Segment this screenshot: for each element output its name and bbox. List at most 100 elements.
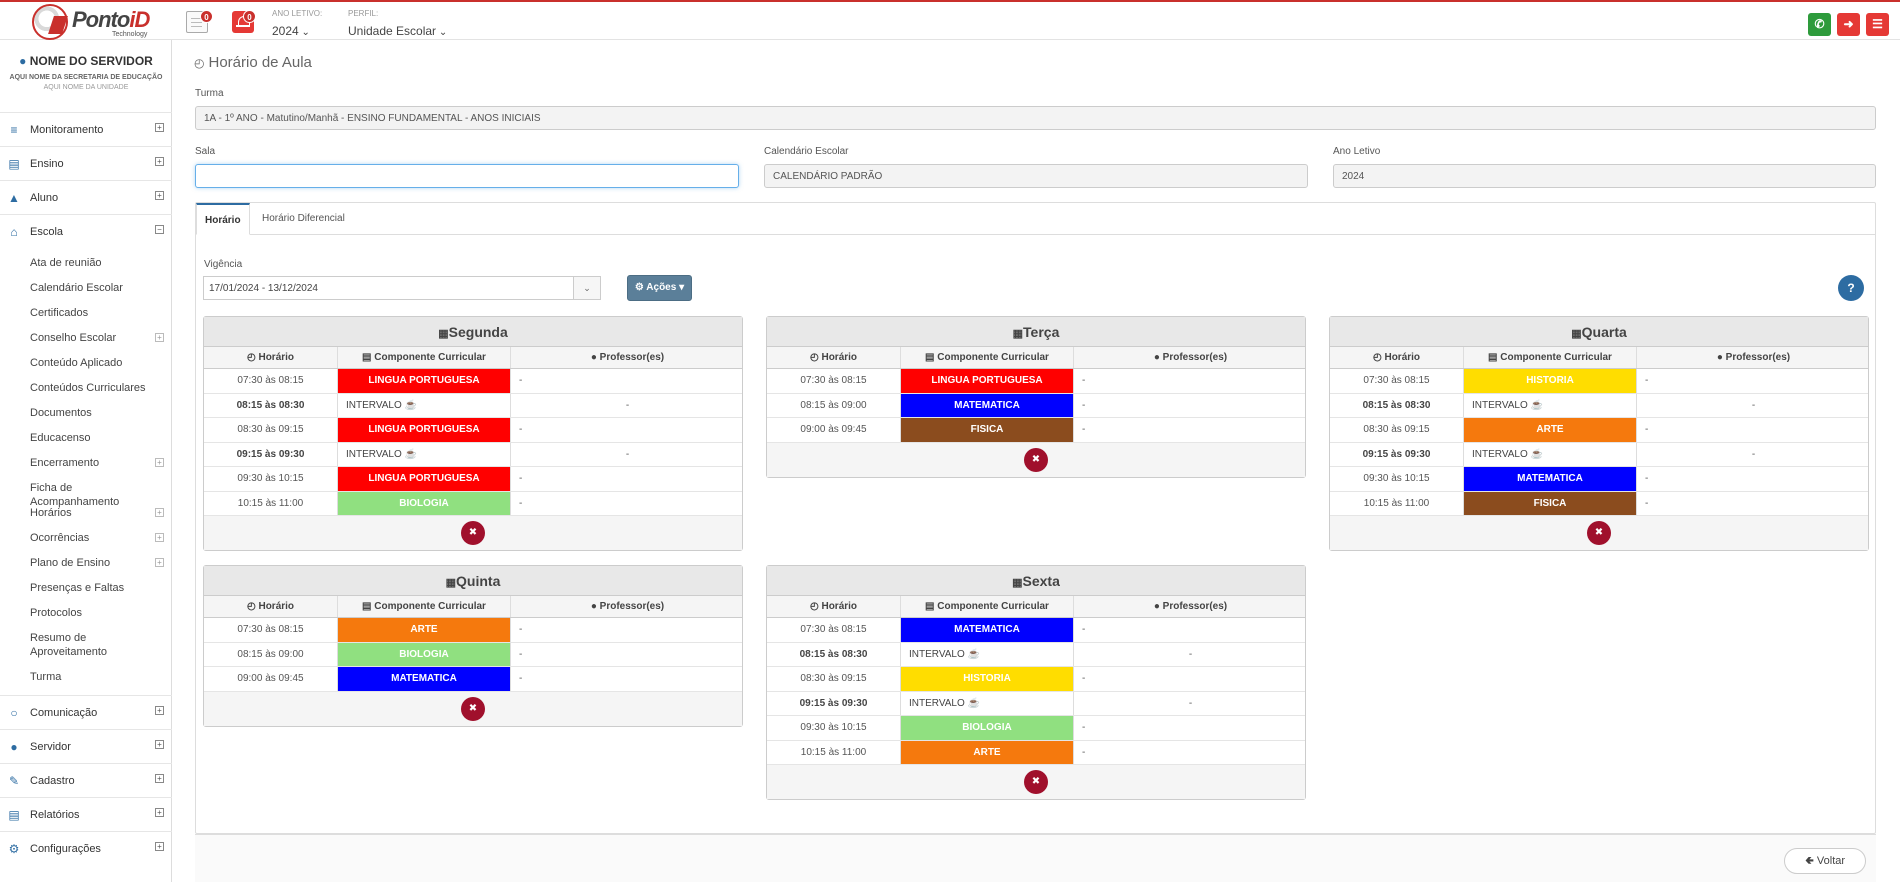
sidebar-subitem-plano-de-ensino[interactable]: Plano de Ensino + (30, 556, 164, 570)
sidebar-subitem-ficha-de-acompanhamento[interactable]: Ficha de Acompanhamento (30, 481, 150, 509)
day-footer: ✖ (1330, 516, 1868, 550)
day-panel-segunda: Segunda◴ Horário▤ Componente Curricular ●… (203, 316, 743, 551)
delete-day-button[interactable]: ✖ (1024, 447, 1048, 472)
expand-icon: + (155, 842, 164, 851)
table-row[interactable]: 07:30 às 08:15 LINGUA PORTUGUESA - (767, 369, 1305, 394)
sidebar-item-cadastro[interactable]: ✎ Cadastro + (0, 763, 172, 797)
sidebar-subitem-conselho-escolar[interactable]: Conselho Escolar + (30, 331, 164, 345)
sidebar-item-label: Aluno (30, 192, 59, 204)
table-row[interactable]: 08:30 às 09:15 LINGUA PORTUGUESA - (204, 418, 742, 443)
sidebar-item-configura-es[interactable]: ⚙ Configurações + (0, 831, 172, 865)
voltar-button[interactable]: 🢀 Voltar (1784, 848, 1866, 874)
row-professor: - (1645, 473, 1649, 484)
day-title: Quinta (204, 566, 742, 596)
turma-field[interactable]: 1A - 1º ANO - Matutino/Manhã - ENSINO FU… (195, 106, 1876, 130)
day-panel-quarta: Quarta◴ Horário▤ Componente Curricular ● … (1329, 316, 1869, 551)
coffee-icon: ☕ (404, 448, 417, 460)
sidebar-item-label: Escola (30, 226, 64, 238)
row-subject: INTERVALO ☕ (901, 691, 1074, 715)
table-row[interactable]: 09:15 às 09:30 INTERVALO ☕ - (204, 442, 742, 467)
sidebar-subitem-educacenso[interactable]: Educacenso (30, 431, 150, 445)
sidebar-subitem-turma[interactable]: Turma (30, 670, 150, 684)
calendario-field[interactable]: CALENDÁRIO PADRÃO (764, 164, 1308, 188)
sidebar-item-monitoramento[interactable]: ≡ Monitoramento + (0, 112, 172, 146)
sidebar-item-servidor[interactable]: ● Servidor + (0, 729, 172, 763)
sidebar-item-ensino[interactable]: ▤ Ensino + (0, 146, 172, 180)
sidebar-subitem-label: Encerramento (30, 457, 100, 469)
sidebar-item-relat-rios[interactable]: ▤ Relatórios + (0, 797, 172, 831)
day-panel-quinta: Quinta◴ Horário▤ Componente Curricular ● … (203, 565, 743, 727)
row-professor: - (1082, 424, 1086, 435)
delete-day-button[interactable]: ✖ (1024, 770, 1048, 794)
table-row[interactable]: 08:30 às 09:15 ARTE - (1330, 418, 1868, 443)
vigencia-dropdown-button[interactable]: ⌄ (573, 276, 601, 300)
acoes-button[interactable]: ⚙ Ações ▾ (627, 275, 692, 301)
table-row[interactable]: 09:30 às 10:15 LINGUA PORTUGUESA - (204, 467, 742, 492)
tab-horario[interactable]: Horário (196, 203, 250, 235)
day-title: Segunda (204, 317, 742, 347)
row-professor: - (519, 424, 523, 435)
tab-horario-diferencial[interactable]: Horário Diferencial (254, 203, 353, 235)
sala-input[interactable] (195, 164, 739, 188)
perfil-selector[interactable]: PERFIL: Unidade Escolar (348, 9, 447, 40)
trash-icon: ✖ (468, 527, 478, 538)
sidebar-item-aluno[interactable]: ▲ Aluno + (0, 180, 172, 214)
sidebar-item-comunica-o[interactable]: ○ Comunicação + (0, 695, 172, 729)
row-time: 08:15 às 08:30 (204, 393, 338, 417)
table-row[interactable]: 09:30 às 10:15 BIOLOGIA - (767, 716, 1305, 741)
sidebar-subitem-presen-as-e-faltas[interactable]: Presenças e Faltas (30, 581, 150, 595)
delete-day-button[interactable]: ✖ (461, 521, 485, 545)
menu-button[interactable]: ☰ (1866, 13, 1889, 36)
row-subject: LINGUA PORTUGUESA (901, 369, 1074, 393)
row-subject: INTERVALO ☕ (338, 393, 511, 417)
delete-day-button[interactable]: ✖ (461, 696, 485, 721)
table-row[interactable]: 08:15 às 09:00 BIOLOGIA - (204, 642, 742, 667)
sidebar-subitem-encerramento[interactable]: Encerramento + (30, 456, 164, 470)
expand-icon: + (155, 740, 164, 749)
table-row[interactable]: 09:15 às 09:30 INTERVALO ☕ - (767, 691, 1305, 716)
row-subject: FISICA (1464, 491, 1637, 515)
coffee-icon: ☕ (1530, 448, 1543, 460)
vigencia-select[interactable]: 17/01/2024 - 13/12/2024 (203, 276, 574, 300)
col-professor-header: ● Professor(es) (590, 601, 665, 612)
sidebar-subitem-certificados[interactable]: Certificados (30, 306, 150, 320)
coffee-icon: ☕ (404, 399, 417, 411)
col-professor-header: ● Professor(es) (1153, 601, 1228, 612)
table-row[interactable]: 09:15 às 09:30 INTERVALO ☕ - (1330, 442, 1868, 467)
logout-button[interactable]: ➜ (1837, 13, 1860, 36)
sidebar-subitem-ocorr-ncias[interactable]: Ocorrências + (30, 531, 164, 545)
sidebar-subitem-conte-do-aplicado[interactable]: Conteúdo Aplicado (30, 356, 150, 370)
whatsapp-button[interactable]: ✆ (1808, 13, 1831, 36)
table-row[interactable]: 07:30 às 08:15 HISTORIA - (1330, 369, 1868, 394)
sidebar-subitem-resumo-de-aproveitamento[interactable]: Resumo de Aproveitamento (30, 631, 150, 659)
table-row[interactable]: 08:15 às 09:00 MATEMATICA - (767, 393, 1305, 418)
table-row[interactable]: 09:30 às 10:15 MATEMATICA - (1330, 467, 1868, 492)
table-row[interactable]: 08:15 às 08:30 INTERVALO ☕ - (1330, 393, 1868, 418)
table-row[interactable]: 08:15 às 08:30 INTERVALO ☕ - (767, 642, 1305, 667)
sidebar-item-escola[interactable]: ⌂ Escola − (0, 214, 172, 248)
table-row[interactable]: 09:00 às 09:45 FISICA - (767, 418, 1305, 443)
sidebar-subitem-hor-rios[interactable]: Horários + (30, 506, 164, 520)
day-title: Quarta (1330, 317, 1868, 347)
table-row[interactable]: 10:15 às 11:00 BIOLOGIA - (204, 491, 742, 516)
sidebar-subitem-conte-dos-curriculares[interactable]: Conteúdos Curriculares (30, 381, 150, 395)
table-row[interactable]: 07:30 às 08:15 ARTE - (204, 618, 742, 643)
ano-letivo-field[interactable]: 2024 (1333, 164, 1876, 188)
sidebar-subitem-calend-rio-escolar[interactable]: Calendário Escolar (30, 281, 150, 295)
row-professor: - (1082, 624, 1086, 635)
pontoid-logo[interactable]: PontoiD Technology (32, 4, 150, 40)
table-row[interactable]: 09:00 às 09:45 MATEMATICA - (204, 667, 742, 692)
table-row[interactable]: 08:15 às 08:30 INTERVALO ☕ - (204, 393, 742, 418)
table-row[interactable]: 07:30 às 08:15 LINGUA PORTUGUESA - (204, 369, 742, 394)
table-row[interactable]: 07:30 às 08:15 MATEMATICA - (767, 618, 1305, 643)
help-button[interactable]: ? (1838, 275, 1864, 301)
table-row[interactable]: 10:15 às 11:00 ARTE - (767, 740, 1305, 765)
sidebar-subitem-documentos[interactable]: Documentos (30, 406, 150, 420)
sidebar-subitem-protocolos[interactable]: Protocolos (30, 606, 150, 620)
table-row[interactable]: 10:15 às 11:00 FISICA - (1330, 491, 1868, 516)
row-professor: - (519, 375, 523, 386)
sidebar-subitem-ata-de-reuni-o[interactable]: Ata de reunião (30, 256, 150, 270)
ano-letivo-selector[interactable]: ANO LETIVO: 2024 (272, 9, 322, 40)
table-row[interactable]: 08:30 às 09:15 HISTORIA - (767, 667, 1305, 692)
delete-day-button[interactable]: ✖ (1587, 521, 1611, 545)
